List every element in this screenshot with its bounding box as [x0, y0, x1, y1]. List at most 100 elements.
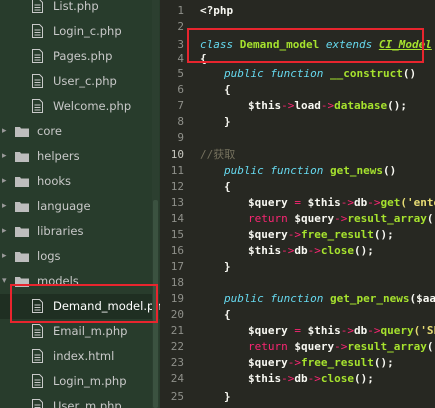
this-var: $this: [248, 244, 282, 257]
arrow-op: ->: [281, 244, 295, 257]
sidebar-item-label: index.html: [53, 349, 115, 363]
call-parens: ();: [387, 99, 407, 112]
file-icon: [32, 399, 43, 408]
file-icon: [32, 349, 43, 363]
folder-icon: [15, 202, 29, 212]
brace-close: }: [224, 260, 231, 273]
php-open-tag: <?php: [200, 4, 234, 17]
code-line-17: }: [224, 256, 231, 278]
function-name: get_news: [329, 164, 383, 177]
folder-icon: [15, 127, 29, 137]
selected-file-highlight-box: [10, 284, 158, 323]
line-number: 25: [170, 390, 184, 403]
call-parens: ();: [354, 372, 374, 385]
sidebar-file-login-m-php[interactable]: Login_m.php: [0, 369, 160, 394]
sidebar-file-login-c-php[interactable]: Login_c.php: [0, 19, 160, 44]
brace-open: {: [224, 83, 231, 96]
code-line-8: }: [224, 111, 231, 133]
arrow-op: ->: [307, 244, 321, 257]
params: (): [382, 164, 397, 177]
function-keyword: function: [270, 292, 324, 305]
file-icon: [32, 74, 43, 88]
sidebar-item-label: hooks: [37, 174, 72, 188]
sidebar-item-label: Login_c.php: [53, 24, 122, 38]
code-line-19: public function get_per_news($aaa,: [224, 288, 435, 310]
file-icon: [32, 374, 43, 388]
folder-icon: [15, 227, 29, 237]
this-var: $this: [248, 99, 282, 112]
file-icon: [32, 24, 43, 38]
sidebar-folder-language[interactable]: ▸ language: [0, 194, 160, 219]
sidebar-item-label: libraries: [37, 224, 84, 238]
file-tree-sidebar: List.php Login_c.php Pages.php User_c.php We…: [0, 0, 160, 408]
code-line-25: }: [224, 386, 231, 408]
file-icon: [32, 0, 43, 13]
sidebar-item-label: Pages.php: [53, 49, 113, 63]
sidebar-item-label: language: [37, 199, 91, 213]
file-icon: [32, 324, 43, 338]
sidebar-item-label: core: [37, 124, 62, 138]
sidebar-item-label: Login_m.php: [53, 374, 127, 388]
method-call: database: [334, 99, 388, 112]
sidebar-file-list-php[interactable]: List.php: [0, 0, 160, 19]
sidebar-file-welcome-php[interactable]: Welcome.php: [0, 94, 160, 119]
property: load: [294, 99, 321, 112]
file-icon: [32, 99, 43, 113]
call-parens: ();: [373, 356, 394, 369]
this-var: $this: [248, 372, 282, 385]
chevron-right-icon[interactable]: ▸: [2, 119, 12, 144]
code-line-7: $this->load->database();: [248, 95, 407, 117]
class-declaration-highlight-box: [187, 28, 424, 63]
sidebar-item-label: User_m.php: [53, 399, 122, 408]
params: (): [402, 67, 417, 80]
code-line-12: {: [224, 176, 231, 198]
code-line-6: {: [224, 79, 231, 101]
chevron-right-icon[interactable]: ▸: [2, 219, 12, 244]
sidebar-file-user-c-php[interactable]: User_c.php: [0, 69, 160, 94]
sidebar-item-label: List.php: [53, 0, 99, 13]
function-keyword: function: [270, 164, 324, 177]
arrow-op: ->: [281, 372, 295, 385]
brace-close: }: [224, 115, 231, 128]
sidebar-file-index-html[interactable]: index.html: [0, 344, 160, 369]
method-call: close: [320, 244, 354, 257]
brace-close: }: [224, 390, 231, 403]
function-name: get_per_news: [329, 292, 410, 305]
function-keyword: function: [270, 67, 324, 80]
sidebar-folder-logs[interactable]: ▸ logs: [0, 244, 160, 269]
code-line-16: $this->db->close();: [248, 240, 374, 262]
chevron-right-icon[interactable]: ▸: [2, 144, 12, 169]
call-parens: ();: [426, 212, 435, 225]
folder-icon: [15, 152, 29, 162]
sidebar-item-label: logs: [37, 249, 61, 263]
sidebar-file-user-m-php[interactable]: User_m.php: [0, 394, 160, 408]
chevron-right-icon[interactable]: ▸: [2, 244, 12, 269]
code-line-11: public function get_news(): [224, 160, 396, 182]
code-line-5: public function __construct(): [224, 63, 416, 85]
chevron-right-icon[interactable]: ▸: [2, 194, 12, 219]
sidebar-folder-core[interactable]: ▸ core: [0, 119, 160, 144]
function-name: __construct: [329, 67, 403, 80]
sidebar-item-label: helpers: [37, 149, 80, 163]
call-parens: ();: [373, 228, 394, 241]
file-icon: [32, 49, 43, 63]
code-line-1: <?php: [200, 0, 233, 22]
sidebar-file-pages-php[interactable]: Pages.php: [0, 44, 160, 69]
arrow-op: ->: [281, 99, 295, 112]
code-line-20: {: [224, 304, 231, 326]
code-line-24: $this->db->close();: [248, 368, 374, 390]
sidebar-item-label: Welcome.php: [53, 99, 132, 113]
brace-open: {: [224, 180, 231, 193]
params: ($aaa,: [409, 292, 435, 305]
sidebar-folder-libraries[interactable]: ▸ libraries: [0, 219, 160, 244]
chevron-right-icon[interactable]: ▸: [2, 169, 12, 194]
method-call: close: [320, 372, 354, 385]
sidebar-folder-hooks[interactable]: ▸ hooks: [0, 169, 160, 194]
property: db: [294, 244, 308, 257]
brace-open: {: [224, 308, 231, 321]
property: db: [294, 372, 308, 385]
arrow-op: ->: [307, 372, 321, 385]
call-parens: ();: [426, 340, 435, 353]
sidebar-folder-helpers[interactable]: ▸ helpers: [0, 144, 160, 169]
call-parens: ();: [354, 244, 374, 257]
